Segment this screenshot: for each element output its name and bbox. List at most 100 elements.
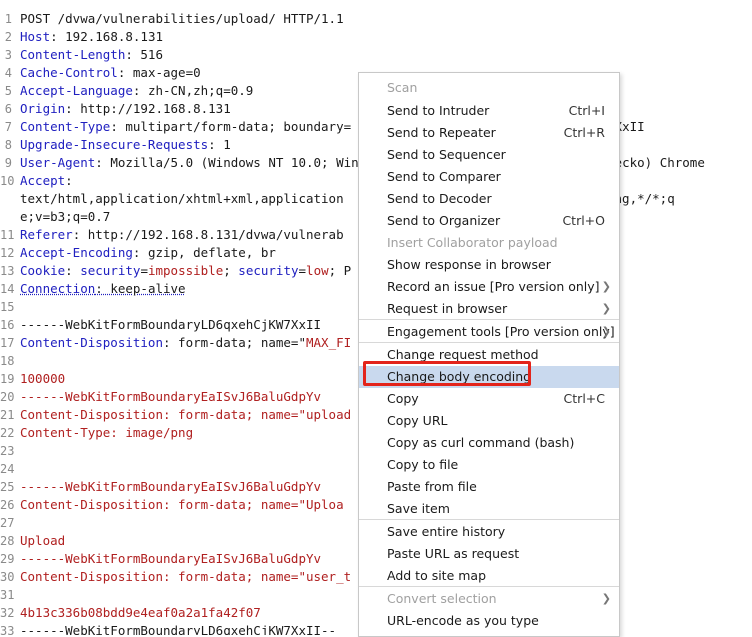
menu-item-url-encode[interactable]: URL-encode as you type bbox=[359, 610, 619, 632]
menu-item-show-response[interactable]: Show response in browser bbox=[359, 254, 619, 276]
line-content: Upgrade-Insecure-Requests: 1 bbox=[20, 136, 231, 154]
menu-item-send-to-sequencer[interactable]: Send to Sequencer bbox=[359, 144, 619, 166]
menu-item-send-to-intruder[interactable]: Send to Intruder Ctrl+I bbox=[359, 100, 619, 122]
menu-item-label: Send to Organizer bbox=[387, 213, 501, 228]
line-token: : bbox=[65, 173, 73, 188]
line-token: = bbox=[298, 263, 307, 278]
line-number: 6 bbox=[4, 102, 12, 116]
line-token: : http://192.168.8.131/dvwa/vulnerab bbox=[72, 227, 344, 242]
line-number: 8 bbox=[4, 138, 12, 152]
chevron-right-icon: ❯ bbox=[601, 280, 611, 293]
menu-item-engagement-tools[interactable]: Engagement tools [Pro version only] ❯ bbox=[359, 321, 619, 343]
line-token: Upgrade-Insecure-Requests bbox=[20, 137, 209, 152]
line-number: 22 bbox=[0, 426, 15, 440]
menu-item-save-history[interactable]: Save entire history bbox=[359, 521, 619, 543]
line-number: 21 bbox=[0, 408, 15, 422]
line-number: 1 bbox=[4, 12, 12, 26]
line-token: POST /dvwa/vulnerabilities/upload/ HTTP/… bbox=[20, 11, 344, 26]
line-content: POST /dvwa/vulnerabilities/upload/ HTTP/… bbox=[20, 10, 344, 28]
line-content: ------WebKitFormBoundaryEaISvJ6BaluGdpYv bbox=[20, 388, 321, 406]
menu-item-insert-collaborator: Insert Collaborator payload bbox=[359, 232, 619, 254]
line-token: Content-Disposition: form-data; name="up… bbox=[20, 407, 352, 422]
line-token: impossible bbox=[147, 263, 224, 278]
line-content: 100000 bbox=[20, 370, 65, 388]
menu-item-copy-url[interactable]: Copy URL bbox=[359, 410, 619, 432]
line-content: ------WebKitFormBoundaryEaISvJ6BaluGdpYv bbox=[20, 478, 321, 496]
menu-item-label: Send to Repeater bbox=[387, 125, 496, 140]
line-token: : bbox=[65, 263, 81, 278]
line-number: 10 bbox=[0, 174, 15, 188]
line-token: Cookie bbox=[20, 263, 66, 278]
menu-item-shortcut: Ctrl+O bbox=[562, 213, 605, 228]
line-number: 24 bbox=[0, 462, 15, 476]
line-token: Content-Disposition bbox=[20, 335, 163, 350]
line-content: ------WebKitFormBoundaryEaISvJ6BaluGdpYv bbox=[20, 550, 321, 568]
line-token: Referer bbox=[20, 227, 73, 242]
line-token: 100000 bbox=[20, 371, 66, 386]
menu-item-label: Scan bbox=[387, 80, 418, 95]
line-number: 25 bbox=[0, 480, 15, 494]
line-token: low bbox=[306, 263, 329, 278]
menu-item-paste-from-file[interactable]: Paste from file bbox=[359, 476, 619, 498]
request-line[interactable]: 1 POST /dvwa/vulnerabilities/upload/ HTTP… bbox=[0, 10, 752, 28]
line-number: 29 bbox=[0, 552, 15, 566]
line-token: : form-data; name=" bbox=[163, 335, 306, 350]
menu-item-send-to-repeater[interactable]: Send to Repeater Ctrl+R bbox=[359, 122, 619, 144]
chevron-right-icon: ❯ bbox=[601, 592, 611, 605]
line-token: ------WebKitFormBoundaryLD6qxehCjKW7XxII… bbox=[20, 623, 337, 635]
menu-item-label: Add to site map bbox=[387, 568, 487, 583]
chevron-right-icon: ❯ bbox=[601, 325, 611, 338]
line-token: : gzip, deflate, br bbox=[132, 245, 276, 260]
line-token: Upload bbox=[20, 533, 66, 548]
menu-item-request-in-browser[interactable]: Request in browser ❯ bbox=[359, 298, 619, 320]
line-content: Content-Type: image/png bbox=[20, 424, 193, 442]
line-token: Accept bbox=[20, 173, 66, 188]
line-token: Content-Disposition: form-data; name="Up… bbox=[20, 497, 344, 512]
menu-item-shortcut: Ctrl+C bbox=[563, 391, 605, 406]
line-number: 4 bbox=[4, 66, 12, 80]
line-number: 2 bbox=[4, 30, 12, 44]
line-token: security bbox=[80, 263, 141, 278]
line-token: e;v=b3;q=0.7 bbox=[20, 209, 111, 224]
line-content: Referer: http://192.168.8.131/dvwa/vulne… bbox=[20, 226, 344, 244]
line-token: Content-Disposition: form-data; name="us… bbox=[20, 569, 352, 584]
menu-item-send-to-decoder[interactable]: Send to Decoder bbox=[359, 188, 619, 210]
line-token: Accept-Encoding bbox=[20, 245, 133, 260]
menu-item-shortcut: Ctrl+R bbox=[563, 125, 605, 140]
line-number: 20 bbox=[0, 390, 15, 404]
line-token: : 516 bbox=[125, 47, 163, 62]
menu-item-save-item[interactable]: Save item bbox=[359, 498, 619, 520]
line-token: ; P bbox=[328, 263, 352, 278]
menu-item-label: Insert Collaborator payload bbox=[387, 235, 558, 250]
menu-item-record-issue[interactable]: Record an issue [Pro version only] ❯ bbox=[359, 276, 619, 298]
menu-item-add-to-site-map[interactable]: Add to site map bbox=[359, 565, 619, 587]
menu-item-label: URL-encode as you type bbox=[387, 613, 539, 628]
line-content: ------WebKitFormBoundaryLD6qxehCjKW7XxII bbox=[20, 316, 321, 334]
line-number: 32 bbox=[0, 606, 15, 620]
menu-item-send-to-comparer[interactable]: Send to Comparer bbox=[359, 166, 619, 188]
line-token: Content-Type bbox=[20, 119, 111, 134]
menu-item-send-to-organizer[interactable]: Send to Organizer Ctrl+O bbox=[359, 210, 619, 232]
line-content: Content-Length: 516 bbox=[20, 46, 163, 64]
line-number: 7 bbox=[4, 120, 12, 134]
line-token: : http://192.168.8.131 bbox=[65, 101, 231, 116]
menu-item-copy-to-file[interactable]: Copy to file bbox=[359, 454, 619, 476]
line-content: e;v=b3;q=0.7 bbox=[20, 208, 110, 226]
request-line[interactable]: 3 Content-Length: 516 bbox=[0, 46, 752, 64]
line-content: Accept-Encoding: gzip, deflate, br bbox=[20, 244, 276, 262]
line-token: User-Agent bbox=[20, 155, 96, 170]
line-number: 9 bbox=[4, 156, 12, 170]
line-token: : multipart/form-data; boundary= bbox=[110, 119, 352, 134]
line-number: 12 bbox=[0, 246, 15, 260]
menu-item-copy-curl[interactable]: Copy as curl command (bash) bbox=[359, 432, 619, 454]
menu-item-copy[interactable]: Copy Ctrl+C bbox=[359, 388, 619, 410]
menu-item-scan: Scan bbox=[359, 77, 619, 99]
request-line[interactable]: 2 Host: 192.168.8.131 bbox=[0, 28, 752, 46]
line-number: 15 bbox=[0, 300, 15, 314]
menu-item-label: Send to Decoder bbox=[387, 191, 492, 206]
line-content: 4b13c336b08bdd9e4eaf0a2a1fa42f07 bbox=[20, 604, 261, 622]
line-number: 13 bbox=[0, 264, 15, 278]
menu-item-paste-url[interactable]: Paste URL as request bbox=[359, 543, 619, 565]
menu-item-label: Paste URL as request bbox=[387, 546, 520, 561]
line-number: 16 bbox=[0, 318, 15, 332]
